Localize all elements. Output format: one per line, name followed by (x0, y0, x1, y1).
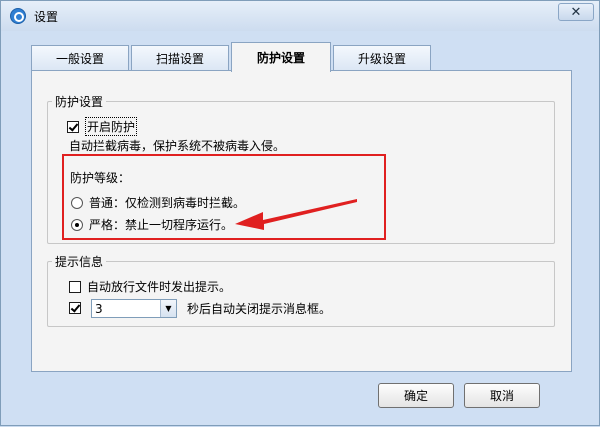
ok-button[interactable]: 确定 (378, 383, 454, 408)
app-logo-icon (10, 8, 26, 24)
level-strict-option[interactable]: 严格：禁止一切程序运行。 (71, 216, 233, 233)
protection-description: 自动拦截病毒，保护系统不被病毒入侵。 (69, 139, 286, 153)
level-strict-radio[interactable] (71, 218, 83, 231)
enable-protection-checkbox[interactable] (67, 120, 79, 133)
cancel-button[interactable]: 取消 (464, 383, 540, 408)
release-notice-label: 自动放行文件时发出提示。 (87, 280, 232, 294)
seconds-value: 3 (95, 301, 103, 316)
tab-protection[interactable]: 防护设置 (231, 42, 331, 72)
seconds-select[interactable]: 3 ▼ (91, 299, 177, 318)
level-normal-radio[interactable] (71, 196, 83, 209)
autoclose-label: 秒后自动关闭提示消息框。 (187, 302, 332, 316)
level-strict-label: 严格：禁止一切程序运行。 (89, 218, 234, 232)
tab-upgrade[interactable]: 升级设置 (333, 45, 431, 71)
protection-level-title: 防护等级： (70, 171, 131, 185)
title-bar: 设置 ✕ (1, 1, 599, 31)
enable-protection-label: 开启防护 (85, 117, 138, 136)
protection-group-title: 防护设置 (52, 93, 107, 110)
notify-group-title: 提示信息 (52, 253, 107, 270)
dropdown-arrow-icon[interactable]: ▼ (160, 300, 176, 317)
level-normal-label: 普通：仅检测到病毒时拦截。 (89, 196, 246, 210)
settings-window: 设置 ✕ 一般设置 扫描设置 防护设置 升级设置 防护设置 开启防护 自动拦截病… (0, 0, 600, 426)
release-notice-checkbox[interactable] (69, 280, 81, 293)
autoclose-checkbox[interactable] (69, 302, 81, 314)
level-normal-option[interactable]: 普通：仅检测到病毒时拦截。 (71, 194, 245, 211)
tab-general[interactable]: 一般设置 (31, 45, 129, 71)
enable-protection-row[interactable]: 开启防护 (67, 117, 138, 136)
close-button[interactable]: ✕ (558, 3, 594, 21)
window-title: 设置 (34, 10, 59, 24)
release-notice-row[interactable]: 自动放行文件时发出提示。 (69, 278, 231, 295)
tab-scan[interactable]: 扫描设置 (131, 45, 229, 71)
autoclose-checkbox-row[interactable] (69, 302, 87, 314)
